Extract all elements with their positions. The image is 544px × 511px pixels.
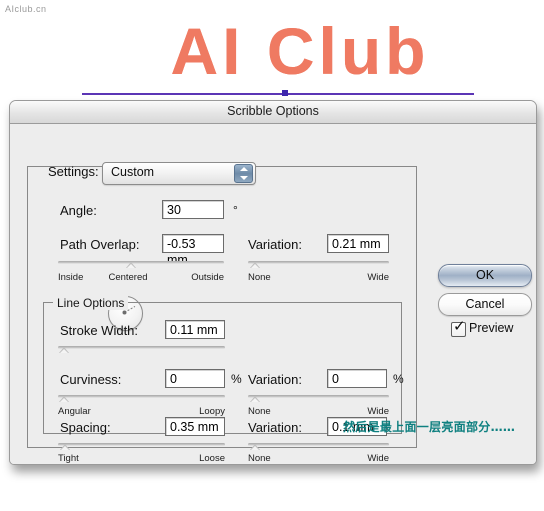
- line-options-legend: Line Options: [53, 296, 129, 310]
- dialog-title: Scribble Options: [227, 104, 319, 118]
- path-overlap-label: Path Overlap:: [60, 237, 140, 252]
- path-overlap-input[interactable]: -0.53 mm: [162, 234, 224, 267]
- chevron-up-icon: [240, 167, 248, 171]
- ok-button[interactable]: OK: [438, 264, 532, 287]
- curviness-variation-slider-track[interactable]: [248, 395, 389, 398]
- path-overlap-slider-thumb[interactable]: [126, 262, 136, 268]
- path-overlap-slider-max-label: Outside: [191, 272, 224, 283]
- scribble-options-dialog: Scribble Options Settings: Custom Angle:…: [9, 100, 537, 465]
- artwork-scribble-text: AI Club: [100, 14, 500, 88]
- settings-popup-value: Custom: [111, 165, 155, 179]
- curviness-slider-thumb[interactable]: [59, 396, 69, 402]
- checkmark-icon: ✓: [453, 317, 466, 335]
- chevron-down-icon: [240, 176, 248, 180]
- path-overlap-slider-track[interactable]: [58, 261, 224, 264]
- curviness-label: Curviness:: [60, 372, 122, 387]
- site-watermark: AIclub.cn: [5, 4, 47, 14]
- spacing-input[interactable]: 0.35 mm: [165, 417, 225, 436]
- curviness-variation-unit: %: [393, 372, 404, 386]
- path-overlap-slider-min-label: Inside: [58, 272, 84, 283]
- spacing-slider-thumb[interactable]: [60, 444, 70, 450]
- spacing-slider-min-label: Tight: [58, 453, 79, 464]
- spacing-variation-slider-min-label: None: [248, 453, 271, 464]
- spacing-variation-slider-track[interactable]: [248, 443, 389, 446]
- path-overlap-variation-input[interactable]: 0.21 mm: [327, 234, 389, 253]
- curviness-slider-max-label: Loopy: [199, 406, 225, 417]
- spacing-variation-slider-thumb[interactable]: [250, 444, 260, 450]
- dialog-titlebar[interactable]: Scribble Options: [10, 101, 536, 124]
- spacing-label: Spacing:: [60, 420, 111, 435]
- chevron-updown-icon[interactable]: [234, 164, 253, 183]
- path-overlap-variation-label: Variation:: [248, 237, 302, 252]
- curviness-variation-slider-min-label: None: [248, 406, 271, 417]
- path-overlap-variation-slider-min-label: None: [248, 272, 271, 283]
- preview-checkbox[interactable]: ✓: [451, 317, 466, 337]
- curviness-unit: %: [231, 372, 242, 386]
- settings-popup-menu[interactable]: Custom: [102, 162, 256, 185]
- angle-input[interactable]: 30: [162, 200, 224, 219]
- preview-label: Preview: [469, 321, 514, 335]
- path-overlap-variation-slider-max-label: Wide: [367, 272, 389, 283]
- angle-label: Angle:: [60, 203, 97, 218]
- selection-baseline: [82, 93, 474, 95]
- curviness-variation-input[interactable]: 0: [327, 369, 387, 388]
- curviness-variation-slider-thumb[interactable]: [250, 396, 260, 402]
- tutorial-annotation-text: 然后是最上面一层亮面部分……: [343, 420, 516, 434]
- spacing-slider-track[interactable]: [58, 443, 225, 446]
- stroke-width-slider-track[interactable]: [58, 346, 225, 349]
- angle-unit: °: [233, 203, 238, 217]
- stroke-width-label: Stroke Width:: [60, 323, 139, 338]
- dialog-body: Settings: Custom Angle: 30 ° Path Overla…: [10, 124, 536, 464]
- path-overlap-variation-slider-track[interactable]: [248, 261, 389, 264]
- path-overlap-variation-slider-thumb[interactable]: [250, 262, 260, 268]
- spacing-slider-max-label: Loose: [199, 453, 225, 464]
- spacing-variation-slider-max-label: Wide: [367, 453, 389, 464]
- curviness-variation-label: Variation:: [248, 372, 302, 387]
- curviness-slider-min-label: Angular: [58, 406, 91, 417]
- stroke-width-input[interactable]: 0.11 mm: [165, 320, 225, 339]
- curviness-variation-slider-max-label: Wide: [367, 406, 389, 417]
- path-overlap-slider-mid-label: Centered: [108, 272, 148, 283]
- curviness-slider-track[interactable]: [58, 395, 225, 398]
- curviness-input[interactable]: 0: [165, 369, 225, 388]
- stroke-width-slider-thumb[interactable]: [59, 347, 69, 353]
- selection-anchor-point[interactable]: [282, 90, 288, 96]
- cancel-button[interactable]: Cancel: [438, 293, 532, 316]
- settings-label: Settings:: [48, 164, 99, 179]
- spacing-variation-label: Variation:: [248, 420, 302, 435]
